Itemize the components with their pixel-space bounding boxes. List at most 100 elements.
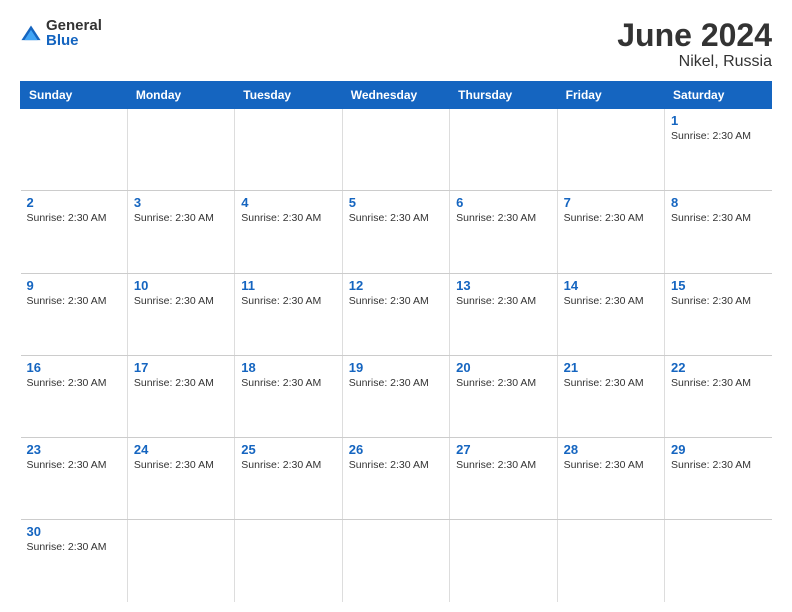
calendar-cell (235, 520, 342, 602)
day-number: 28 (564, 442, 658, 457)
calendar-cell: 19 Sunrise: 2:30 AM (342, 355, 449, 437)
calendar-cell: 5 Sunrise: 2:30 AM (342, 191, 449, 273)
calendar-cell: 16 Sunrise: 2:30 AM (21, 355, 128, 437)
sunrise-info: Sunrise: 2:30 AM (349, 212, 429, 224)
calendar-cell: 4 Sunrise: 2:30 AM (235, 191, 342, 273)
sunrise-info: Sunrise: 2:30 AM (134, 212, 214, 224)
calendar-cell: 12 Sunrise: 2:30 AM (342, 273, 449, 355)
calendar-cell: 23 Sunrise: 2:30 AM (21, 438, 128, 520)
calendar-cell: 6 Sunrise: 2:30 AM (450, 191, 557, 273)
logo-general-text: General (46, 18, 102, 33)
header-sunday: Sunday (21, 82, 128, 109)
day-number: 24 (134, 442, 228, 457)
day-number: 22 (671, 360, 765, 375)
day-number: 21 (564, 360, 658, 375)
day-number: 6 (456, 195, 550, 210)
day-number: 15 (671, 278, 765, 293)
day-number: 11 (241, 278, 335, 293)
sunrise-info: Sunrise: 2:30 AM (241, 212, 321, 224)
sunrise-info: Sunrise: 2:30 AM (564, 212, 644, 224)
days-header-row: Sunday Monday Tuesday Wednesday Thursday… (21, 82, 772, 109)
day-number: 13 (456, 278, 550, 293)
calendar-cell (342, 109, 449, 191)
sunrise-info: Sunrise: 2:30 AM (134, 377, 214, 389)
sunrise-info: Sunrise: 2:30 AM (134, 459, 214, 471)
calendar-cell (21, 109, 128, 191)
calendar-cell (450, 109, 557, 191)
day-number: 19 (349, 360, 443, 375)
day-number: 20 (456, 360, 550, 375)
sunrise-info: Sunrise: 2:30 AM (456, 459, 536, 471)
calendar-cell: 7 Sunrise: 2:30 AM (557, 191, 664, 273)
week-row-0: 1Sunrise: 2:30 AM (21, 109, 772, 191)
sunrise-info: Sunrise: 2:30 AM (27, 541, 107, 553)
day-number: 9 (27, 278, 121, 293)
calendar-cell (127, 109, 234, 191)
sunrise-info: Sunrise: 2:30 AM (349, 377, 429, 389)
week-row-4: 23 Sunrise: 2:30 AM 24 Sunrise: 2:30 AM 25 Su… (21, 438, 772, 520)
header-tuesday: Tuesday (235, 82, 342, 109)
calendar-cell (235, 109, 342, 191)
calendar-cell (557, 520, 664, 602)
calendar-table: Sunday Monday Tuesday Wednesday Thursday… (20, 81, 772, 602)
sunrise-info: Sunrise: 2:30 AM (27, 212, 107, 224)
calendar-cell: 17 Sunrise: 2:30 AM (127, 355, 234, 437)
calendar-cell: 1Sunrise: 2:30 AM (665, 109, 772, 191)
logo-blue-text: Blue (46, 33, 102, 48)
calendar-cell (342, 520, 449, 602)
calendar-cell: 13 Sunrise: 2:30 AM (450, 273, 557, 355)
header-saturday: Saturday (665, 82, 772, 109)
day-number: 3 (134, 195, 228, 210)
week-row-1: 2 Sunrise: 2:30 AM 3 Sunrise: 2:30 AM 4 Sunri… (21, 191, 772, 273)
calendar-cell: 26Sunrise: 2:30 AM (342, 438, 449, 520)
day-number: 4 (241, 195, 335, 210)
calendar-cell: 27 Sunrise: 2:30 AM (450, 438, 557, 520)
calendar-cell: 9 Sunrise: 2:30 AM (21, 273, 128, 355)
day-number: 8 (671, 195, 765, 210)
calendar-cell: 18 Sunrise: 2:30 AM (235, 355, 342, 437)
calendar-cell: 11 Sunrise: 2:30 AM (235, 273, 342, 355)
week-row-3: 16 Sunrise: 2:30 AM 17 Sunrise: 2:30 AM 18 Su… (21, 355, 772, 437)
calendar-cell (127, 520, 234, 602)
sunrise-info: Sunrise: 2:30 AM (27, 377, 107, 389)
sunrise-info: Sunrise: 2:30 AM (671, 295, 751, 307)
sunrise-info: Sunrise: 2:30 AM (456, 212, 536, 224)
sunrise-info: Sunrise: 2:30 AM (134, 295, 214, 307)
calendar-title: June 2024 (617, 18, 772, 53)
calendar-cell: 10 Sunrise: 2:30 AM (127, 273, 234, 355)
day-number: 23 (27, 442, 121, 457)
page: General Blue June 2024 Nikel, Russia Sun… (0, 0, 792, 612)
top-section: General Blue June 2024 Nikel, Russia (20, 18, 772, 71)
calendar-cell: 15 Sunrise: 2:30 AM (665, 273, 772, 355)
day-number: 7 (564, 195, 658, 210)
day-number: 25 (241, 442, 335, 457)
day-number: 2 (27, 195, 121, 210)
day-number: 12 (349, 278, 443, 293)
calendar-cell: 24 Sunrise: 2:30 AM (127, 438, 234, 520)
sunrise-info: Sunrise: 2:30 AM (27, 295, 107, 307)
day-number: 16 (27, 360, 121, 375)
calendar-cell: 14Sunrise: 2:30 AM (557, 273, 664, 355)
sunrise-info: Sunrise: 2:30 AM (349, 295, 429, 307)
calendar-cell (557, 109, 664, 191)
day-number: 26 (349, 442, 443, 457)
day-number: 27 (456, 442, 550, 457)
sunrise-info: Sunrise: 2:30 AM (564, 459, 644, 471)
header-wednesday: Wednesday (342, 82, 449, 109)
sunrise-info: Sunrise: 2:30 AM (564, 377, 644, 389)
sunrise-info: Sunrise: 2:30 AM (671, 130, 751, 142)
day-number: 10 (134, 278, 228, 293)
sunrise-info: Sunrise: 2:30 AM (671, 377, 751, 389)
sunrise-info: Sunrise: 2:30 AM (564, 295, 644, 307)
sunrise-info: Sunrise: 2:30 AM (241, 295, 321, 307)
sunrise-info: Sunrise: 2:30 AM (241, 377, 321, 389)
day-number: 18 (241, 360, 335, 375)
sunrise-info: Sunrise: 2:30 AM (456, 377, 536, 389)
calendar-cell: 28 Sunrise: 2:30 AM (557, 438, 664, 520)
day-number: 17 (134, 360, 228, 375)
sunrise-info: Sunrise: 2:30 AM (456, 295, 536, 307)
day-number: 5 (349, 195, 443, 210)
calendar-cell (450, 520, 557, 602)
sunrise-info: Sunrise: 2:30 AM (27, 459, 107, 471)
logo: General Blue (20, 18, 102, 48)
